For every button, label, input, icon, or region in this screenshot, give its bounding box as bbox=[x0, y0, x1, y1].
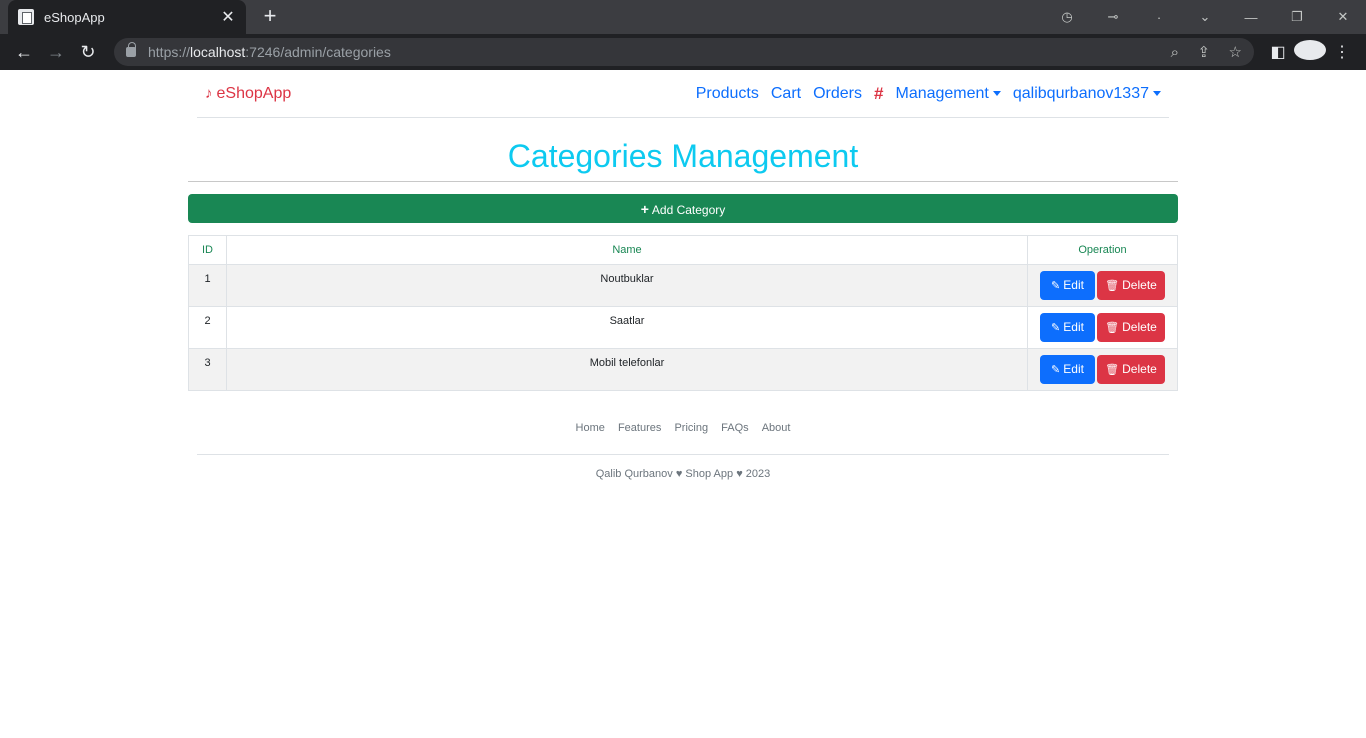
header-id: ID bbox=[188, 235, 227, 265]
menu-kebab-icon[interactable]: ⋮ bbox=[1326, 42, 1358, 62]
new-tab-icon[interactable]: + bbox=[258, 5, 282, 27]
zoom-icon[interactable]: ⌕ bbox=[1171, 44, 1179, 61]
extension-icon[interactable]: ⊸ bbox=[1090, 9, 1136, 25]
edit-icon: ✎ bbox=[1051, 322, 1061, 334]
nav-links: Products Cart Orders # Management qalibq… bbox=[684, 84, 1161, 104]
delete-button[interactable]: 🗑 Delete bbox=[1097, 355, 1165, 384]
back-arrow-icon[interactable]: ← bbox=[8, 42, 40, 63]
cell-name: Mobil telefonlar bbox=[226, 348, 1028, 391]
footer-home[interactable]: Home bbox=[576, 422, 605, 434]
footer-pricing[interactable]: Pricing bbox=[674, 422, 708, 434]
tab-title: eShopApp bbox=[44, 9, 105, 25]
header-name: Name bbox=[226, 235, 1028, 265]
url-text: https://localhost:7246/admin/categories bbox=[148, 44, 391, 60]
side-panel-icon[interactable]: ◧ bbox=[1262, 42, 1294, 62]
page: ♪ eShopApp Products Cart Orders # Manage… bbox=[0, 70, 1366, 480]
cell-operation: ✎ Edit 🗑 Delete bbox=[1027, 264, 1178, 307]
nav-orders[interactable]: Orders bbox=[813, 85, 862, 103]
edit-button[interactable]: ✎ Edit bbox=[1040, 355, 1095, 384]
browser-tabbar: eShopApp ✕ + ◷ ⊸ · ⌄ — ❐ ✕ bbox=[0, 0, 1366, 34]
tab-search-chevron-icon[interactable]: ⌄ bbox=[1182, 9, 1228, 25]
table-row: 1 Noutbuklar ✎ Edit 🗑 Delete bbox=[188, 264, 1178, 307]
page-favicon-icon bbox=[18, 9, 34, 25]
cell-name: Saatlar bbox=[226, 306, 1028, 349]
plus-icon: + bbox=[640, 200, 649, 217]
minimize-icon[interactable]: — bbox=[1228, 10, 1274, 25]
lock-icon[interactable] bbox=[126, 42, 136, 57]
close-window-icon[interactable]: ✕ bbox=[1320, 9, 1366, 25]
trash-icon: 🗑 bbox=[1105, 322, 1120, 334]
delete-button[interactable]: 🗑 Delete bbox=[1097, 313, 1165, 342]
caret-down-icon bbox=[992, 90, 1001, 96]
brand-link[interactable]: ♪ eShopApp bbox=[205, 85, 291, 103]
socks-logo-icon: ♪ bbox=[205, 85, 213, 102]
footer-faqs[interactable]: FAQs bbox=[721, 422, 749, 434]
dot-icon[interactable]: · bbox=[1136, 10, 1182, 25]
cell-id: 3 bbox=[188, 348, 227, 391]
window-controls: ◷ ⊸ · ⌄ — ❐ ✕ bbox=[1044, 0, 1366, 34]
browser-tab[interactable]: eShopApp ✕ bbox=[8, 0, 246, 34]
browser-toolbar: ← → ↻ https://localhost:7246/admin/categ… bbox=[0, 34, 1366, 70]
footer-nav: Home Features Pricing FAQs About bbox=[197, 422, 1169, 455]
nav-products[interactable]: Products bbox=[696, 85, 759, 103]
page-title: Categories Management bbox=[188, 118, 1178, 182]
site-navbar: ♪ eShopApp Products Cart Orders # Manage… bbox=[197, 70, 1169, 118]
hash-icon[interactable]: # bbox=[874, 84, 883, 104]
footer-about[interactable]: About bbox=[762, 422, 791, 434]
cell-operation: ✎ Edit 🗑 Delete bbox=[1027, 306, 1178, 349]
bookmark-star-icon[interactable]: ☆ bbox=[1229, 44, 1242, 61]
table-row: 2 Saatlar ✎ Edit 🗑 Delete bbox=[188, 306, 1178, 349]
history-icon[interactable]: ◷ bbox=[1044, 9, 1090, 25]
cell-id: 2 bbox=[188, 306, 227, 349]
edit-button[interactable]: ✎ Edit bbox=[1040, 313, 1095, 342]
header-operation: Operation bbox=[1027, 235, 1178, 265]
cell-id: 1 bbox=[188, 264, 227, 307]
forward-arrow-icon[interactable]: → bbox=[40, 42, 72, 63]
table-row: 3 Mobil telefonlar ✎ Edit 🗑 Delete bbox=[188, 348, 1178, 391]
categories-table: ID Name Operation 1 Noutbuklar ✎ Edit 🗑 Del… bbox=[188, 235, 1178, 391]
nav-cart[interactable]: Cart bbox=[771, 85, 801, 103]
trash-icon: 🗑 bbox=[1105, 364, 1120, 376]
copyright: Qalib Qurbanov ♥ Shop App ♥ 2023 bbox=[595, 468, 771, 480]
add-category-button[interactable]: + Add Category bbox=[188, 194, 1178, 223]
profile-avatar[interactable] bbox=[1294, 39, 1326, 65]
main-container: Categories Management + Add Category ID N… bbox=[188, 118, 1178, 391]
edit-icon: ✎ bbox=[1051, 280, 1061, 292]
nav-user-dropdown[interactable]: qalibqurbanov1337 bbox=[1013, 85, 1161, 103]
caret-down-icon bbox=[1153, 90, 1161, 96]
nav-management-dropdown[interactable]: Management bbox=[895, 85, 1001, 103]
edit-icon: ✎ bbox=[1051, 364, 1061, 376]
brand-text: eShopApp bbox=[216, 84, 292, 102]
delete-button[interactable]: 🗑 Delete bbox=[1097, 271, 1165, 300]
footer-features[interactable]: Features bbox=[618, 422, 661, 434]
reload-icon[interactable]: ↻ bbox=[72, 42, 104, 63]
address-bar[interactable]: https://localhost:7246/admin/categories … bbox=[114, 38, 1254, 66]
restore-icon[interactable]: ❐ bbox=[1274, 9, 1320, 25]
edit-button[interactable]: ✎ Edit bbox=[1040, 271, 1095, 300]
share-icon[interactable]: ⇪ bbox=[1198, 44, 1211, 61]
cell-operation: ✎ Edit 🗑 Delete bbox=[1027, 348, 1178, 391]
cell-name: Noutbuklar bbox=[226, 264, 1028, 307]
close-tab-icon[interactable]: ✕ bbox=[220, 7, 236, 27]
trash-icon: 🗑 bbox=[1105, 280, 1120, 292]
